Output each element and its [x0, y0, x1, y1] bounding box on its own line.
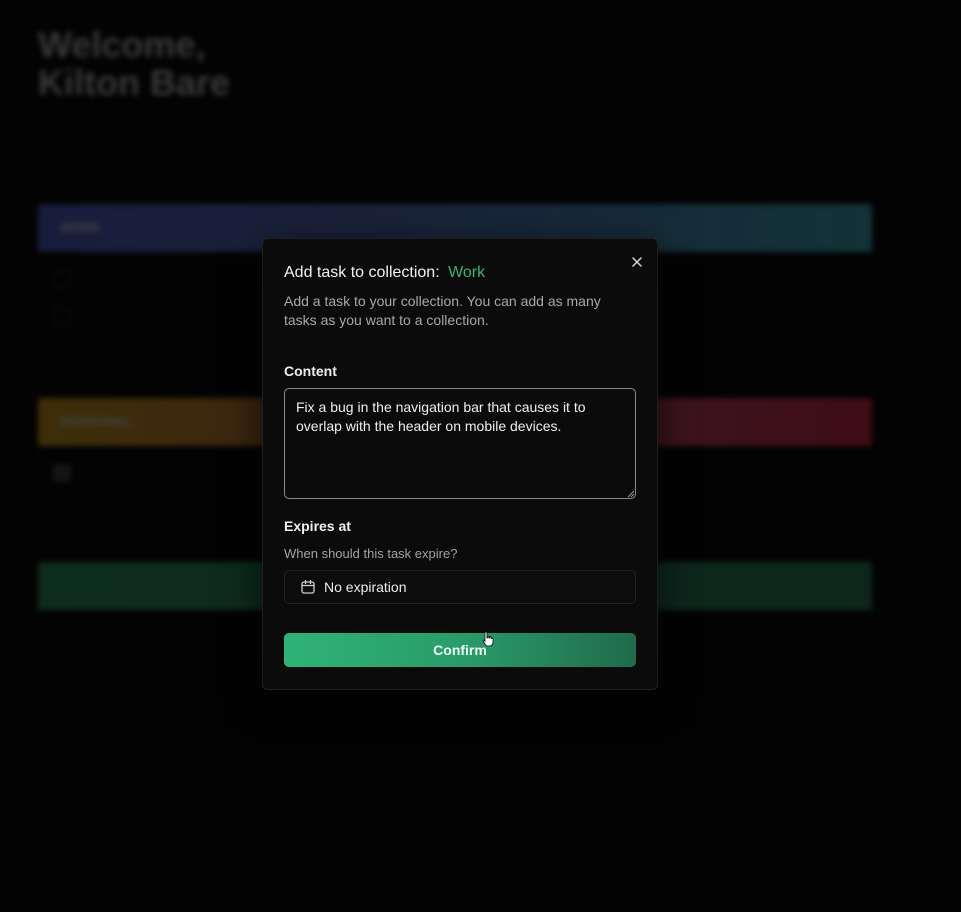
add-task-dialog: Add task to collection: Work Add a task … — [262, 238, 658, 690]
content-textarea[interactable]: Fix a bug in the navigation bar that cau… — [284, 388, 636, 499]
dialog-title: Add task to collection: Work — [284, 264, 485, 282]
calendar-icon — [300, 579, 316, 595]
hand-cursor-icon — [482, 631, 494, 647]
expiration-value: No expiration — [324, 579, 407, 595]
expires-label: Expires at — [284, 518, 351, 534]
dialog-title-text: Add task to collection: — [284, 264, 440, 281]
content-label: Content — [284, 363, 337, 379]
close-button[interactable] — [629, 254, 645, 270]
dialog-description: Add a task to your collection. You can a… — [284, 293, 601, 328]
collection-name: Work — [448, 264, 486, 281]
confirm-button[interactable]: Confirm — [284, 633, 636, 667]
expiration-date-picker[interactable]: No expiration — [284, 570, 636, 604]
app-page: Welcome, Kilton Bare WORK PERSONAL Add t… — [0, 0, 961, 912]
resize-handle-icon[interactable] — [627, 490, 635, 498]
expires-hint: When should this task expire? — [284, 546, 458, 561]
close-icon — [632, 257, 642, 267]
